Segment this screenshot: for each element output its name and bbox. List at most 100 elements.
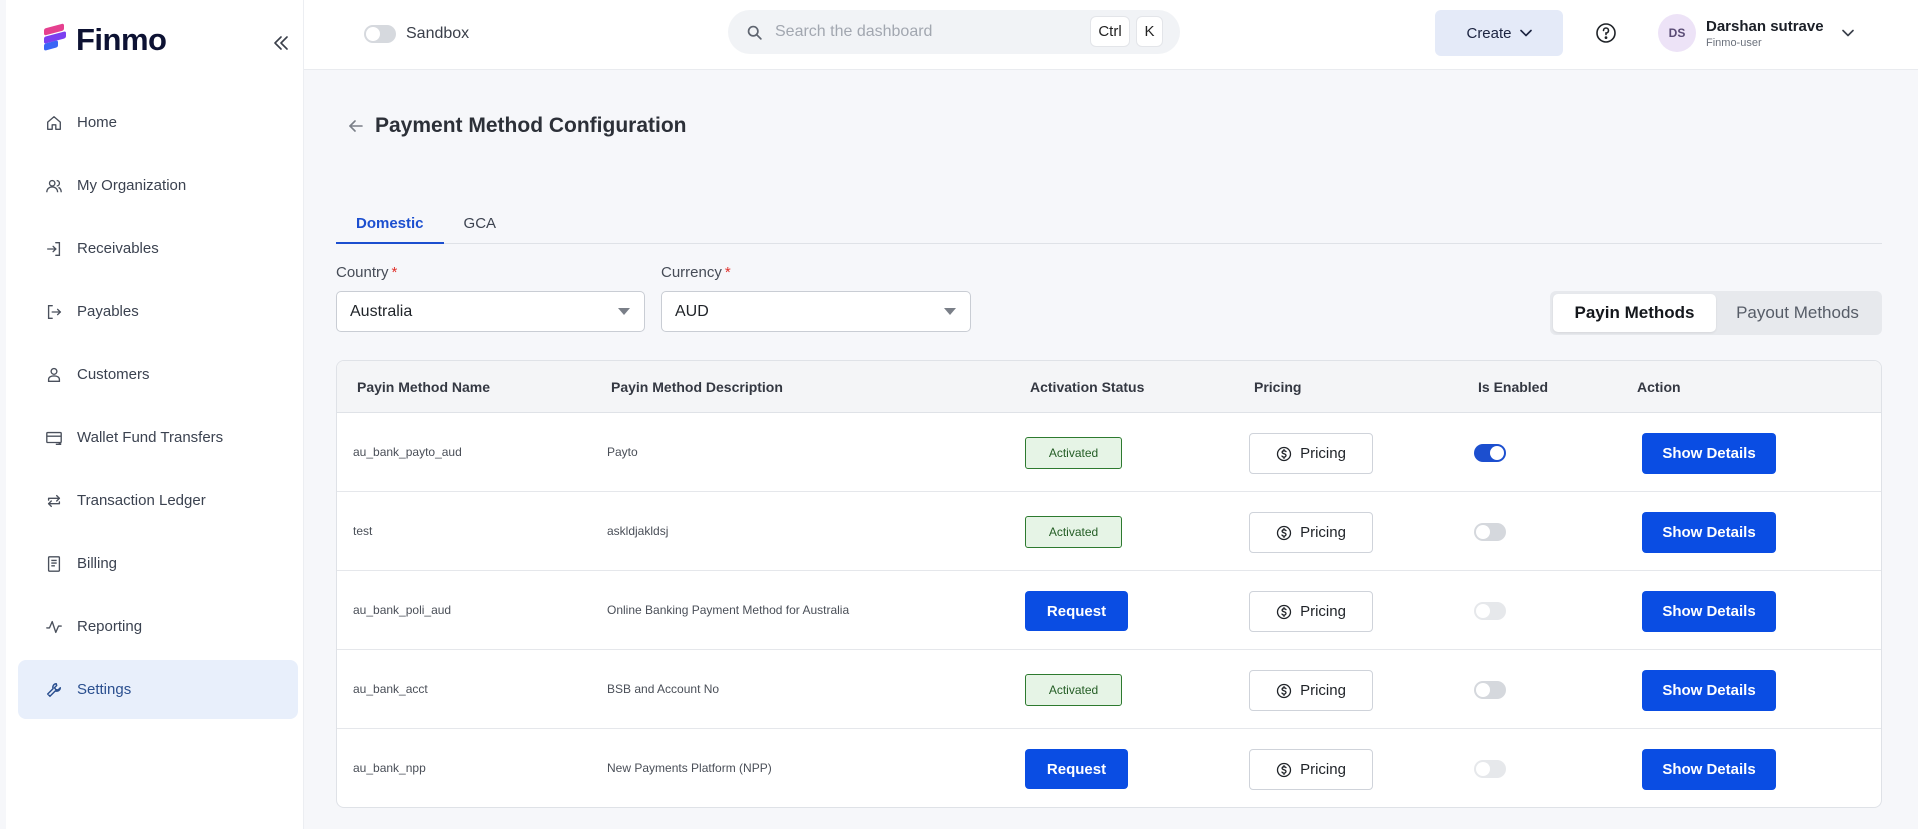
method-name: au_bank_payto_aud (353, 445, 462, 459)
dollar-circle-icon (1276, 762, 1292, 777)
dollar-circle-icon (1276, 604, 1292, 619)
payment-methods-table: Payin Method Name Payin Method Descripti… (336, 360, 1882, 808)
payin-methods-button[interactable]: Payin Methods (1553, 294, 1716, 332)
show-details-button[interactable]: Show Details (1642, 433, 1776, 474)
user-icon (44, 365, 64, 385)
sidebar-item-billing[interactable]: Billing (18, 534, 298, 593)
sidebar-item-receivables[interactable]: Receivables (18, 219, 298, 278)
status-badge: Activated (1025, 516, 1122, 548)
payout-methods-button[interactable]: Payout Methods (1716, 294, 1879, 332)
sandbox-switch[interactable] (364, 25, 396, 43)
method-description: Payto (607, 445, 638, 459)
region-tabs: Domestic GCA (336, 206, 1882, 244)
method-description: Online Banking Payment Method for Austra… (607, 603, 850, 617)
user-role: Finmo-user (1706, 36, 1762, 49)
user-menu[interactable]: DS Darshan sutrave Finmo-user (1658, 14, 1854, 52)
sidebar-item-payables[interactable]: Payables (18, 282, 298, 341)
payin-payout-toggle: Payin Methods Payout Methods (1550, 291, 1882, 335)
search-bar[interactable]: Ctrl K (728, 10, 1180, 54)
finmo-logo[interactable]: Finmo (40, 22, 167, 58)
currency-select[interactable]: AUD (661, 291, 971, 332)
table-row: au_bank_payto_aud Payto Activated Pricin… (337, 413, 1881, 492)
collapse-sidebar-button[interactable] (268, 30, 294, 56)
pricing-label: Pricing (1300, 524, 1346, 541)
search-input[interactable] (775, 23, 1075, 41)
country-select[interactable]: Australia (336, 291, 645, 332)
enabled-toggle[interactable] (1474, 681, 1506, 699)
repeat-arrows-icon (44, 491, 64, 511)
pricing-label: Pricing (1300, 445, 1346, 462)
sidebar-item-label: Billing (77, 555, 118, 572)
brand-name: Finmo (76, 22, 167, 57)
method-description: askldjakldsj (607, 524, 669, 538)
column-header: Pricing (1254, 379, 1302, 395)
enabled-toggle[interactable] (1474, 523, 1506, 541)
method-name: au_bank_acct (353, 682, 428, 696)
wallet-transfer-icon (44, 428, 64, 448)
sidebar-item-transaction-ledger[interactable]: Transaction Ledger (18, 471, 298, 530)
status-badge: Activated (1025, 437, 1122, 469)
sidebar-item-settings[interactable]: Settings (18, 660, 298, 719)
sign-out-icon (44, 302, 64, 322)
sidebar-item-label: Home (77, 114, 118, 131)
page-title: Payment Method Configuration (375, 114, 687, 137)
pricing-button[interactable]: Pricing (1249, 512, 1373, 553)
sidebar-item-reporting[interactable]: Reporting (18, 597, 298, 656)
dollar-circle-icon (1276, 525, 1292, 540)
show-details-button[interactable]: Show Details (1642, 749, 1776, 790)
show-details-button[interactable]: Show Details (1642, 512, 1776, 553)
home-icon (44, 113, 64, 133)
sidebar-item-label: Wallet Fund Transfers (77, 429, 224, 446)
table-row: au_bank_npp New Payments Platform (NPP) … (337, 729, 1881, 807)
create-label: Create (1466, 24, 1512, 42)
shortcut-key-k: K (1136, 16, 1163, 47)
column-header: Payin Method Name (357, 379, 491, 395)
help-circle-icon (1596, 23, 1616, 43)
chevron-down-icon (1841, 29, 1854, 37)
status-badge: Activated (1025, 674, 1122, 706)
request-button[interactable]: Request (1025, 591, 1128, 631)
column-header: Action (1637, 379, 1681, 395)
users-icon (44, 176, 64, 196)
caret-down-icon (944, 308, 956, 315)
column-header: Is Enabled (1478, 379, 1549, 395)
sidebar-item-label: Payables (77, 303, 139, 320)
avatar: DS (1658, 14, 1696, 52)
enabled-toggle[interactable] (1474, 444, 1506, 462)
pricing-button[interactable]: Pricing (1249, 670, 1373, 711)
pricing-button[interactable]: Pricing (1249, 749, 1373, 790)
table-header: Payin Method Name Payin Method Descripti… (337, 361, 1881, 413)
show-details-button[interactable]: Show Details (1642, 670, 1776, 711)
pricing-button[interactable]: Pricing (1249, 433, 1373, 474)
top-header: Sandbox Ctrl K Create DS Darshan sutrave… (304, 0, 1918, 70)
column-header: Payin Method Description (611, 379, 783, 395)
user-info: Darshan sutrave Finmo-user (1706, 18, 1824, 49)
sidebar-item-wallet-fund-transfers[interactable]: Wallet Fund Transfers (18, 408, 298, 467)
method-description: New Payments Platform (NPP) (607, 761, 772, 775)
pricing-label: Pricing (1300, 603, 1346, 620)
caret-down-icon (618, 308, 630, 315)
sidebar-item-customers[interactable]: Customers (18, 345, 298, 404)
dollar-circle-icon (1276, 683, 1292, 698)
method-name: au_bank_poli_aud (353, 603, 452, 617)
currency-field-label: Currency * (661, 264, 731, 281)
tab-gca[interactable]: GCA (444, 206, 517, 244)
show-details-button[interactable]: Show Details (1642, 591, 1776, 632)
create-button[interactable]: Create (1435, 10, 1563, 56)
pricing-button[interactable]: Pricing (1249, 591, 1373, 632)
help-button[interactable] (1595, 22, 1617, 44)
request-button[interactable]: Request (1025, 749, 1128, 789)
search-icon (747, 25, 762, 40)
back-button[interactable] (346, 116, 366, 136)
sidebar-item-label: Settings (77, 681, 132, 698)
sidebar-item-home[interactable]: Home (18, 93, 298, 152)
sandbox-label: Sandbox (406, 25, 470, 42)
sidebar-nav: Home My Organization Receivables Payable… (18, 93, 298, 723)
method-name: au_bank_npp (353, 761, 426, 775)
sidebar-item-my-organization[interactable]: My Organization (18, 156, 298, 215)
country-field-label: Country * (336, 264, 398, 281)
tab-domestic[interactable]: Domestic (336, 206, 444, 244)
user-name: Darshan sutrave (1706, 17, 1824, 35)
sandbox-toggle[interactable]: Sandbox (364, 25, 469, 43)
sign-in-icon (44, 239, 64, 259)
